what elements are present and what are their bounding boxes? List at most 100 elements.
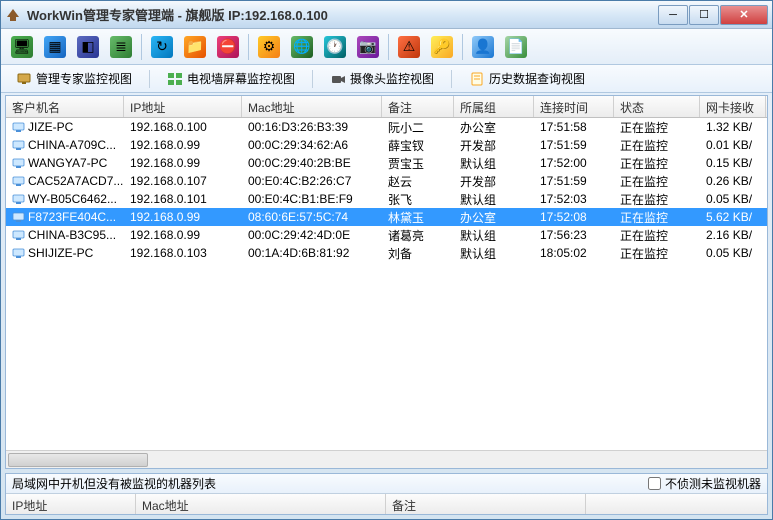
table-header: 客户机名 IP地址 Mac地址 备注 所属组 连接时间 状态 网卡接收 (6, 96, 767, 118)
table-row[interactable]: CHINA-B3C95...192.168.0.9900:0C:29:42:4D… (6, 226, 767, 244)
tool-btn-6[interactable]: 📁 (180, 32, 210, 62)
cell-time: 17:52:03 (534, 191, 614, 207)
checkbox-input[interactable] (648, 477, 661, 490)
tool-btn-13[interactable]: 🔑 (427, 32, 457, 62)
cell-ip: 192.168.0.103 (124, 245, 242, 261)
cam-icon (330, 71, 346, 87)
cell-group: 办公室 (454, 208, 534, 227)
tool-btn-8[interactable]: ⚙ (254, 32, 284, 62)
cell-net: 1.32 KB/ (700, 119, 766, 135)
app-icon (5, 7, 21, 23)
col-status[interactable]: 状态 (614, 96, 700, 117)
view-icon: ◧ (77, 36, 99, 58)
col-time[interactable]: 连接时间 (534, 96, 614, 117)
cell-ip: 192.168.0.99 (124, 227, 242, 243)
cell-client: CHINA-B3C95... (6, 227, 124, 243)
cell-remark: 薛宝钗 (382, 136, 454, 155)
tool-btn-12[interactable]: ⚠ (394, 32, 424, 62)
cell-remark: 刘备 (382, 244, 454, 263)
monitor-icon: 🖥 (11, 36, 33, 58)
refresh-icon: ↻ (151, 36, 173, 58)
cell-remark: 张飞 (382, 190, 454, 209)
tool-btn-11[interactable]: 📷 (353, 32, 383, 62)
tab-separator (149, 70, 150, 88)
cell-client: WY-B05C6462... (6, 191, 124, 207)
tab-tv-wall[interactable]: 电视墙屏幕监控视图 (158, 66, 304, 91)
cell-remark: 林黛玉 (382, 208, 454, 227)
bottom-panel-header: 局域网中开机但没有被监视的机器列表 不侦测未监视机器 (6, 474, 767, 494)
screens-icon: ▦ (44, 36, 66, 58)
computer-icon (12, 248, 25, 259)
col-remark[interactable]: 备注 (382, 96, 454, 117)
cell-group: 开发部 (454, 136, 534, 155)
computer-icon (12, 176, 25, 187)
cell-time: 17:51:58 (534, 119, 614, 135)
tool-btn-2[interactable]: ▦ (40, 32, 70, 62)
cell-mac: 00:0C:29:42:4D:0E (242, 227, 382, 243)
bottom-title: 局域网中开机但没有被监视的机器列表 (12, 475, 216, 492)
wall-icon (167, 71, 183, 87)
tool-btn-9[interactable]: 🌐 (287, 32, 317, 62)
cell-net: 2.16 KB/ (700, 227, 766, 243)
cell-group: 开发部 (454, 172, 534, 191)
tool-btn-10[interactable]: 🕐 (320, 32, 350, 62)
no-detect-checkbox[interactable]: 不侦测未监视机器 (648, 475, 761, 492)
cell-ip: 192.168.0.99 (124, 137, 242, 153)
tab-expert-monitor[interactable]: 管理专家监控视图 (7, 66, 141, 91)
tab-camera[interactable]: 摄像头监控视图 (321, 66, 443, 91)
maximize-button[interactable]: ☐ (689, 5, 719, 25)
bcol-remark[interactable]: 备注 (386, 494, 586, 514)
table-row[interactable]: WANGYA7-PC192.168.0.9900:0C:29:40:2B:BE贾… (6, 154, 767, 172)
table-row[interactable]: CAC52A7ACD7...192.168.0.10700:E0:4C:B2:2… (6, 172, 767, 190)
toolbar: 🖥 ▦ ◧ ≣ ↻ 📁 ⛔ ⚙ 🌐 🕐 📷 ⚠ 🔑 👤 📄 (1, 29, 772, 65)
cell-net: 0.26 KB/ (700, 173, 766, 189)
tool-btn-1[interactable]: 🖥 (7, 32, 37, 62)
table-row[interactable]: F8723FE404C...192.168.0.9908:60:6E:57:5C… (6, 208, 767, 226)
col-ip[interactable]: IP地址 (124, 96, 242, 117)
table-row[interactable]: WY-B05C6462...192.168.0.10100:E0:4C:B1:B… (6, 190, 767, 208)
tool-btn-14[interactable]: 👤 (468, 32, 498, 62)
cell-ip: 192.168.0.99 (124, 155, 242, 171)
computer-icon (12, 122, 25, 133)
col-mac[interactable]: Mac地址 (242, 96, 382, 117)
table-body[interactable]: JIZE-PC192.168.0.10000:16:D3:26:B3:39阮小二… (6, 118, 767, 450)
col-net[interactable]: 网卡接收 (700, 96, 766, 117)
col-client[interactable]: 客户机名 (6, 96, 124, 117)
cell-net: 5.62 KB/ (700, 209, 766, 225)
tool-btn-7[interactable]: ⛔ (213, 32, 243, 62)
checkbox-label: 不侦测未监视机器 (665, 475, 761, 492)
cell-mac: 00:0C:29:40:2B:BE (242, 155, 382, 171)
close-button[interactable]: ✕ (720, 5, 768, 25)
cell-ip: 192.168.0.99 (124, 209, 242, 225)
cell-remark: 贾宝玉 (382, 154, 454, 173)
computer-icon (12, 230, 25, 241)
tool-btn-15[interactable]: 📄 (501, 32, 531, 62)
table-row[interactable]: SHIJIZE-PC192.168.0.10300:1A:4D:6B:81:92… (6, 244, 767, 262)
tool-btn-4[interactable]: ≣ (106, 32, 136, 62)
app-window: WorkWin管理专家管理端 - 旗舰版 IP:192.168.0.100 ─ … (0, 0, 773, 520)
cell-time: 17:56:23 (534, 227, 614, 243)
horizontal-scrollbar[interactable] (6, 450, 767, 468)
col-group[interactable]: 所属组 (454, 96, 534, 117)
table-row[interactable]: CHINA-A709C...192.168.0.9900:0C:29:34:62… (6, 136, 767, 154)
scroll-thumb[interactable] (8, 453, 148, 467)
computer-icon (12, 212, 25, 223)
cell-ip: 192.168.0.101 (124, 191, 242, 207)
warn-icon: ⚠ (398, 36, 420, 58)
table-row[interactable]: JIZE-PC192.168.0.10000:16:D3:26:B3:39阮小二… (6, 118, 767, 136)
cell-net: 0.05 KB/ (700, 191, 766, 207)
cell-group: 默认组 (454, 244, 534, 263)
tool-btn-5[interactable]: ↻ (147, 32, 177, 62)
cell-client: CHINA-A709C... (6, 137, 124, 153)
camera-icon: 📷 (357, 36, 379, 58)
bcol-mac[interactable]: Mac地址 (136, 494, 386, 514)
tab-history[interactable]: 历史数据查询视图 (460, 66, 594, 91)
key-icon: 🔑 (431, 36, 453, 58)
cell-net: 0.05 KB/ (700, 245, 766, 261)
cell-remark: 阮小二 (382, 118, 454, 137)
bcol-ip[interactable]: IP地址 (6, 494, 136, 514)
tool-btn-3[interactable]: ◧ (73, 32, 103, 62)
window-controls: ─ ☐ ✕ (658, 5, 768, 25)
window-title: WorkWin管理专家管理端 - 旗舰版 IP:192.168.0.100 (27, 5, 658, 24)
minimize-button[interactable]: ─ (658, 5, 688, 25)
